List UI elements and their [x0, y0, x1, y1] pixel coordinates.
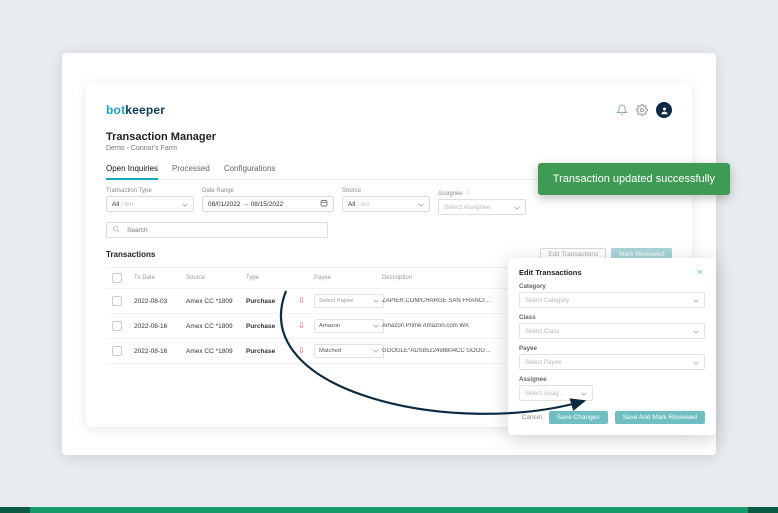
filter-date-range-label: Date Range — [202, 188, 334, 194]
row-checkbox[interactable] — [112, 321, 122, 331]
app-window: botkeeper Transaction Manager Demo - Con… — [62, 53, 716, 455]
filter-date-range[interactable]: 08/01/2022 → 08/15/2022 — [202, 196, 334, 212]
app-frame: botkeeper Transaction Manager Demo - Con… — [86, 83, 692, 427]
bell-icon[interactable] — [616, 104, 628, 116]
filter-assignee-label: Assignee ⓘ — [438, 188, 526, 197]
gear-icon[interactable] — [636, 104, 648, 116]
expense-icon: ⇩ — [298, 322, 310, 330]
save-mark-reviewed-button[interactable]: Save And Mark Reviewed — [615, 411, 705, 424]
calendar-icon — [320, 199, 328, 209]
section-title: Transactions — [106, 250, 155, 259]
row-checkbox[interactable] — [112, 346, 122, 356]
payee-select[interactable]: Matched — [314, 344, 384, 358]
tab-configurations[interactable]: Configurations — [224, 160, 276, 179]
panel-payee-select[interactable]: Select Payee — [519, 354, 705, 370]
search-icon — [112, 225, 120, 235]
tab-processed[interactable]: Processed — [172, 160, 210, 179]
filter-assignee[interactable]: Select Assignee — [438, 199, 526, 215]
page-subtitle: Demo - Connor's Farm — [106, 145, 672, 152]
search-input[interactable] — [125, 226, 322, 235]
filter-source-label: Source — [342, 188, 430, 194]
expense-icon: ⇩ — [298, 297, 310, 305]
filter-txn-type-label: Transaction Type — [106, 188, 194, 194]
search-box[interactable] — [106, 222, 328, 238]
select-all-checkbox[interactable] — [112, 273, 122, 283]
success-toast: Transaction updated successfully — [538, 163, 730, 195]
filter-source[interactable]: All / src — [342, 196, 430, 212]
topbar-actions — [616, 102, 672, 118]
page-footer-stripe — [0, 507, 778, 513]
brand-logo: botkeeper — [106, 103, 165, 117]
save-changes-button[interactable]: Save Changes — [549, 411, 608, 424]
tab-open-inquiries[interactable]: Open Inquiries — [106, 160, 158, 180]
payee-select[interactable]: Amazon — [314, 319, 384, 333]
chevron-down-icon — [418, 201, 424, 207]
panel-category-select[interactable]: Select Category — [519, 292, 705, 308]
filter-txn-type[interactable]: All / txn — [106, 196, 194, 212]
row-checkbox[interactable] — [112, 296, 122, 306]
panel-title: Edit Transactions — [519, 268, 582, 277]
close-icon[interactable]: ✕ — [694, 268, 705, 277]
expense-icon: ⇩ — [298, 347, 310, 355]
topbar: botkeeper — [106, 101, 672, 119]
payee-select[interactable]: Select Payee — [314, 294, 384, 308]
chevron-down-icon — [182, 201, 188, 207]
page-title: Transaction Manager — [106, 131, 672, 143]
info-icon: ⓘ — [464, 191, 470, 197]
user-avatar[interactable] — [656, 102, 672, 118]
panel-class-select[interactable]: Select Class — [519, 323, 705, 339]
chevron-down-icon — [514, 204, 520, 210]
edit-transactions-panel: Edit Transactions ✕ Category Select Cate… — [508, 258, 716, 435]
cancel-button[interactable]: Cancel — [522, 414, 542, 421]
panel-assignee-select[interactable]: Select Assig... — [519, 385, 593, 401]
